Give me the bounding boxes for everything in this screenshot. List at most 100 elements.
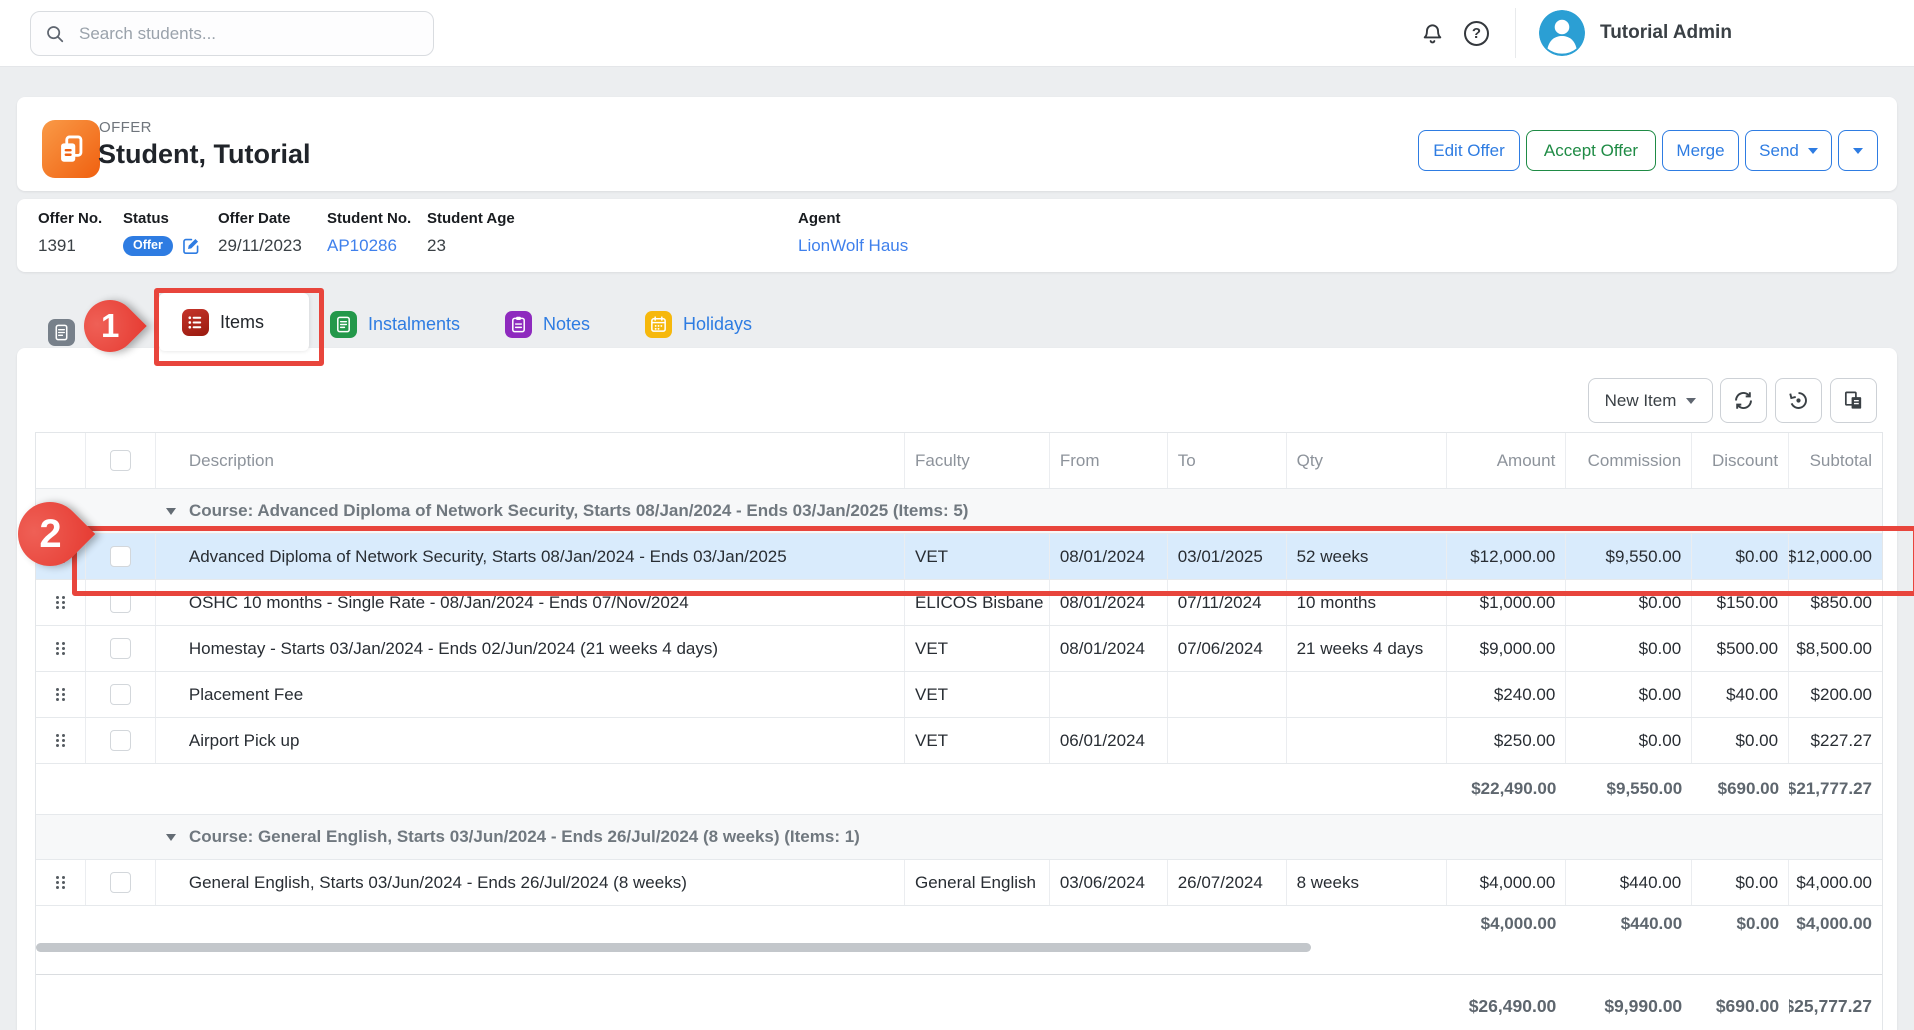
merge-button[interactable]: Merge (1662, 130, 1739, 171)
row-checkbox[interactable] (110, 638, 131, 659)
refresh-button[interactable] (1720, 378, 1767, 423)
cell-subtotal: $200.00 (1789, 672, 1882, 717)
cell-desc: Placement Fee (156, 672, 905, 717)
status-badge: Offer (123, 236, 173, 256)
column-header-from[interactable]: From (1050, 433, 1168, 488)
cell-desc: OSHC 10 months - Single Rate - 08/Jan/20… (156, 580, 905, 625)
table-row[interactable]: Homestay - Starts 03/Jan/2024 - Ends 02/… (36, 626, 1882, 672)
cell-qty (1287, 718, 1448, 763)
row-check-cell (86, 534, 156, 579)
avatar[interactable] (1539, 10, 1585, 56)
history-icon (1787, 389, 1810, 412)
table-row[interactable]: Airport Pick upVET06/01/2024$250.00$0.00… (36, 718, 1882, 764)
offer-meta-card: Offer No. 1391 Status Offer Offer Date 2… (17, 199, 1897, 272)
table-row[interactable]: Advanced Diploma of Network Security, St… (36, 534, 1882, 580)
drag-handle-icon[interactable] (56, 596, 65, 609)
cell-discount: $150.00 (1692, 580, 1789, 625)
cell-discount: $0.00 (1692, 718, 1789, 763)
chevron-down-icon (1853, 148, 1863, 154)
tab-notes[interactable]: Notes (505, 303, 590, 345)
table-row[interactable]: General English, Starts 03/Jun/2024 - En… (36, 860, 1882, 906)
cell-commission: $0.00 (1566, 718, 1692, 763)
total-commission: $9,550.00 (1566, 779, 1692, 799)
drag-handle-icon[interactable] (56, 876, 65, 889)
table-row[interactable]: OSHC 10 months - Single Rate - 08/Jan/20… (36, 580, 1882, 626)
collapse-chevron-icon[interactable] (166, 834, 176, 841)
row-checkbox[interactable] (110, 684, 131, 705)
student-no-link[interactable]: AP10286 (327, 236, 397, 256)
row-drag-cell (36, 672, 86, 717)
cell-commission: $0.00 (1566, 672, 1692, 717)
row-drag-cell (36, 718, 86, 763)
meta-label: Offer Date (218, 210, 302, 227)
history-button[interactable] (1775, 378, 1822, 423)
total-subtotal: $4,000.00 (1789, 914, 1882, 934)
column-header-amount[interactable]: Amount (1447, 433, 1566, 488)
row-checkbox[interactable] (110, 730, 131, 751)
cell-desc: Airport Pick up (156, 718, 905, 763)
meta-label: Student Age (427, 210, 515, 227)
table-row[interactable]: Placement FeeVET$240.00$0.00$40.00$200.0… (36, 672, 1882, 718)
cell-qty: 8 weeks (1287, 860, 1448, 905)
row-check-cell (86, 860, 156, 905)
row-drag-cell (36, 580, 86, 625)
send-button[interactable]: Send (1745, 130, 1832, 171)
grand-totals-row: $26,490.00$9,990.00$690.00$25,777.27 (36, 975, 1882, 1030)
topbar-divider (1515, 8, 1516, 58)
group-title: Course: Advanced Diploma of Network Secu… (189, 501, 968, 521)
accept-offer-button[interactable]: Accept Offer (1526, 130, 1656, 171)
meta-student-no: Student No. AP10286 (327, 210, 411, 256)
drag-handle-icon[interactable] (56, 642, 65, 655)
meta-status: Status Offer (123, 210, 200, 256)
tab-holidays[interactable]: Holidays (645, 303, 752, 345)
row-checkbox[interactable] (110, 592, 131, 613)
tab-hidden-partial[interactable] (48, 311, 75, 353)
scrollbar-thumb[interactable] (36, 943, 1311, 952)
user-name[interactable]: Tutorial Admin (1600, 0, 1732, 66)
help-icon[interactable]: ? (1464, 21, 1489, 46)
cell-amount: $12,000.00 (1447, 534, 1566, 579)
offer-icon (42, 120, 100, 178)
cell-faculty: VET (905, 672, 1050, 717)
meta-label: Agent (798, 210, 908, 227)
tab-items[interactable]: Items (159, 293, 309, 351)
column-header-subtotal[interactable]: Subtotal (1789, 433, 1882, 488)
column-header-desc[interactable]: Description (156, 433, 905, 488)
tab-instalments[interactable]: Instalments (330, 303, 460, 345)
more-actions-button[interactable] (1838, 130, 1878, 171)
row-check-cell (86, 718, 156, 763)
column-header-faculty[interactable]: Faculty (905, 433, 1050, 488)
new-item-button[interactable]: New Item (1588, 378, 1713, 423)
page-title: Student, Tutorial (98, 139, 310, 170)
collapse-chevron-icon[interactable] (166, 508, 176, 515)
edit-status-icon[interactable] (182, 237, 200, 255)
row-checkbox[interactable] (110, 546, 131, 567)
row-check-cell (86, 626, 156, 671)
search-input[interactable] (77, 23, 419, 45)
edit-offer-button[interactable]: Edit Offer (1418, 130, 1520, 171)
tab-label: Items (220, 312, 264, 333)
copy-button[interactable] (1830, 378, 1877, 423)
group-header-row[interactable]: Course: Advanced Diploma of Network Secu… (36, 489, 1882, 534)
select-all-checkbox[interactable] (110, 450, 131, 471)
agent-link[interactable]: LionWolf Haus (798, 236, 908, 256)
cell-discount: $0.00 (1692, 860, 1789, 905)
column-header-discount[interactable]: Discount (1692, 433, 1789, 488)
cell-subtotal: $8,500.00 (1789, 626, 1882, 671)
notifications-bell-icon[interactable] (1419, 21, 1445, 47)
row-check-cell (86, 580, 156, 625)
drag-handle-icon[interactable] (56, 688, 65, 701)
tab-label: Holidays (683, 314, 752, 335)
row-checkbox[interactable] (110, 872, 131, 893)
column-header-commission[interactable]: Commission (1566, 433, 1692, 488)
column-header-to[interactable]: To (1168, 433, 1287, 488)
holidays-calendar-icon (645, 311, 672, 338)
horizontal-scrollbar (36, 942, 1882, 975)
column-header-qty[interactable]: Qty (1287, 433, 1448, 488)
cell-commission: $0.00 (1566, 626, 1692, 671)
student-search[interactable] (30, 11, 434, 56)
group-header-row[interactable]: Course: General English, Starts 03/Jun/2… (36, 815, 1882, 860)
cell-subtotal: $850.00 (1789, 580, 1882, 625)
drag-handle-icon[interactable] (56, 734, 65, 747)
meta-label: Offer No. (38, 210, 102, 227)
